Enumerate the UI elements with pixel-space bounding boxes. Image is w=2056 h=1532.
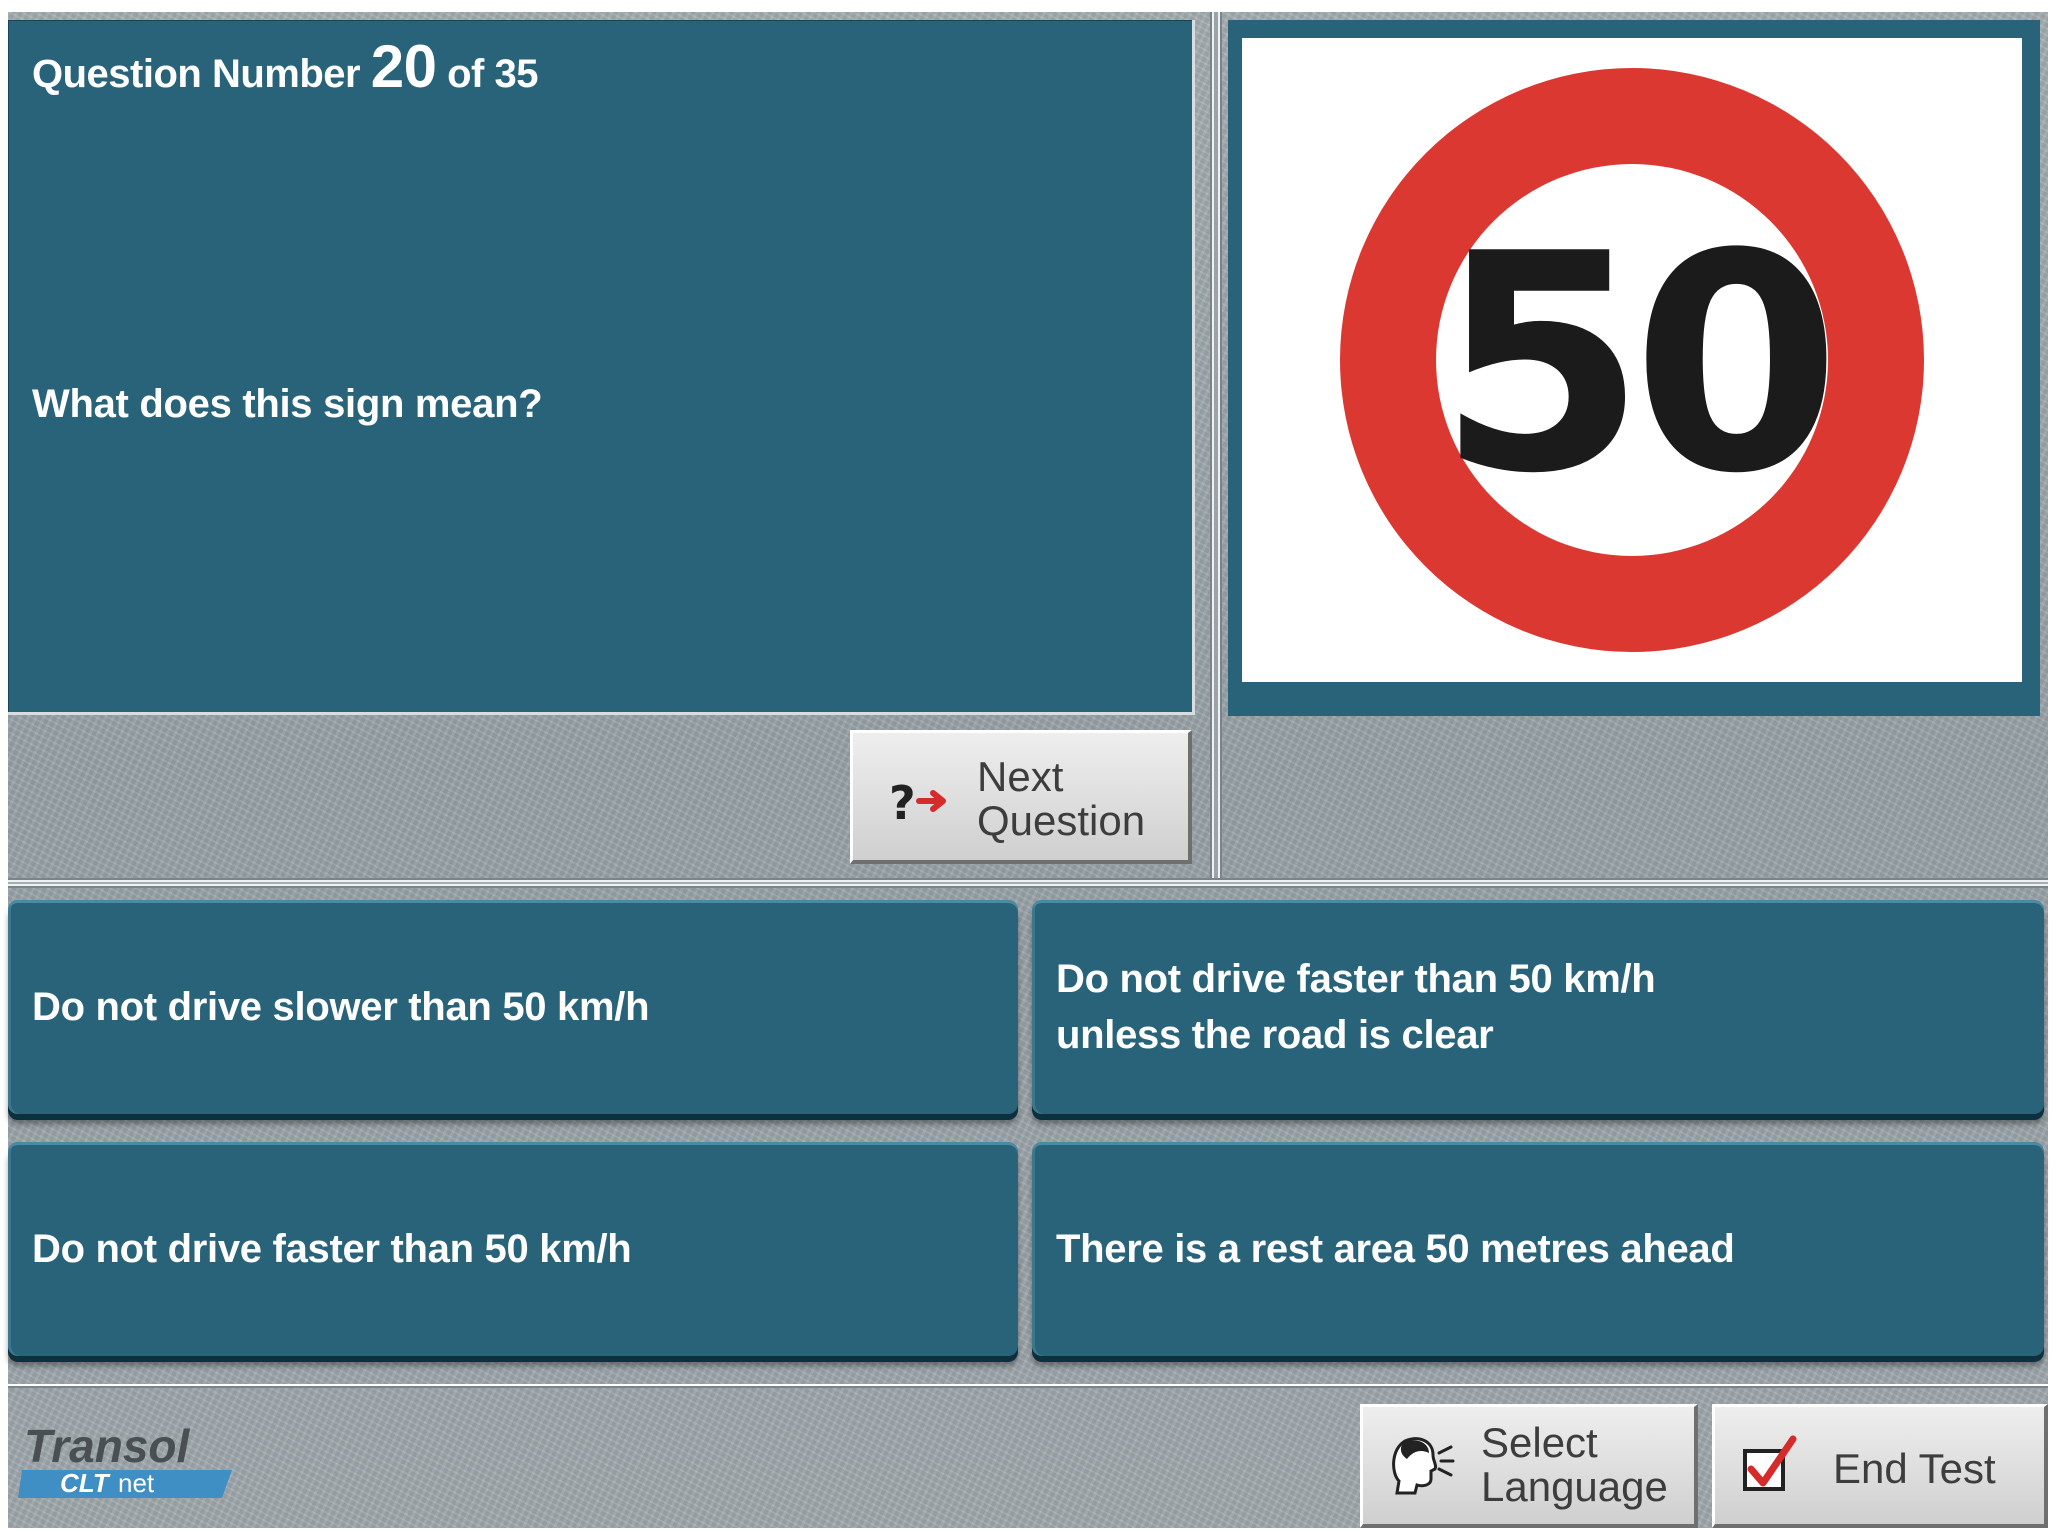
test-screen: Question Number 20 of 35 What does this … [8, 12, 2048, 1528]
sign-value: 50 [1437, 190, 1829, 539]
question-number: Question Number 20 of 35 [32, 33, 538, 100]
question-panel: Question Number 20 of 35 What does this … [8, 20, 1195, 715]
svg-text:Transol: Transol [24, 1422, 191, 1472]
answer-text: There is a rest area 50 metres ahead [1056, 1226, 1735, 1271]
answer-option-1[interactable]: Do not drive slower than 50 km/h [8, 900, 1018, 1114]
answer-option-2[interactable]: Do not drive faster than 50 km/h unless … [1032, 900, 2044, 1114]
question-text: What does this sign mean? [32, 382, 543, 426]
answer-option-4[interactable]: There is a rest area 50 metres ahead [1032, 1142, 2044, 1356]
next-question-button[interactable]: ? Next Question [850, 730, 1192, 864]
svg-text:net: net [118, 1468, 155, 1498]
question-current: 20 [370, 33, 437, 100]
select-language-button[interactable]: Select Language [1360, 1404, 1698, 1528]
checkbox-checked-icon [1741, 1433, 1803, 1503]
svg-text:CLT: CLT [60, 1468, 111, 1498]
svg-text:?: ? [889, 776, 916, 825]
footer-divider [8, 1384, 2048, 1388]
answer-text: Do not drive faster than 50 km/h unless … [1056, 957, 1656, 1057]
end-test-button[interactable]: End Test [1712, 1404, 2048, 1528]
transol-logo: Transol CLT net [18, 1420, 238, 1512]
sign-image: 50 [1242, 38, 2022, 682]
answer-text: Do not drive faster than 50 km/h [32, 1226, 632, 1271]
speed-limit-sign: 50 [1340, 68, 1924, 652]
answer-option-3[interactable]: Do not drive faster than 50 km/h [8, 1142, 1018, 1356]
horizontal-divider [8, 878, 2048, 888]
question-arrow-icon: ? [889, 775, 959, 833]
answer-text: Do not drive slower than 50 km/h [32, 984, 650, 1029]
vertical-divider [1210, 12, 1222, 882]
speaking-head-icon [1385, 1431, 1455, 1509]
